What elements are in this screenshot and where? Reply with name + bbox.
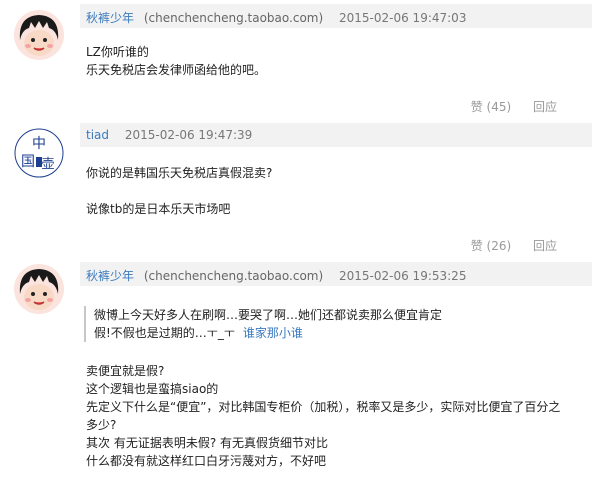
quote-author-link[interactable]: 谁家那小谁 [243,326,303,340]
svg-text:壶: 壶 [41,157,54,172]
comment-line: 你说的是韩国乐天免税店真假混卖? [86,166,273,180]
author-link[interactable]: 秋裤少年 [86,11,134,25]
quoted-comment: 微博上今天好多人在刷啊…要哭了啊…她们还都说卖那么便宜肯定 假!不假也是过期的…… [84,306,554,342]
quote-line: 微博上今天好多人在刷啊…要哭了啊…她们还都说卖那么便宜肯定 [94,308,443,322]
timestamp: 2015-02-06 19:47:39 [124,128,253,142]
author-site[interactable]: (chenchencheng.taobao.com) [144,11,323,25]
reply-button[interactable]: 回应 [533,100,557,114]
author-link[interactable]: tiad [86,128,109,142]
comment-actions: 赞 (26) 回应 [453,237,557,254]
svg-text:国: 国 [21,154,35,170]
timestamp: 2015-02-06 19:47:03 [339,11,467,25]
comment-header: tiad 2015-02-06 19:47:39 [80,123,592,147]
comment-line: 这个逻辑也是蛮搞siao的 [86,382,219,396]
author-link[interactable]: 秋裤少年 [86,269,134,283]
reply-button[interactable]: 回应 [533,239,557,253]
timestamp: 2015-02-06 19:53:25 [339,269,467,283]
avatar[interactable]: 中 国 壶 [14,128,64,178]
svg-text:中: 中 [32,136,46,152]
comment-header: 秋裤少年 (chenchencheng.taobao.com) 2015-02-… [80,262,592,286]
like-button[interactable]: 赞 (26) [471,239,511,253]
quote-line: 假!不假也是过期的…ㅜ_ㅜ 谁家那小谁 [94,326,303,340]
comment-body: 你说的是韩国乐天免税店真假混卖? 说像tb的是日本乐天市场吧 [86,164,586,218]
comment-line: 多少? [86,418,117,432]
avatar[interactable] [14,10,64,60]
comment-line: 什么都没有就这样红口白牙污蔑对方，不好吧 [86,454,327,468]
comment-body: LZ你听谁的 乐天免税店会发律师函给他的吧。 [86,43,586,79]
comment-line: 先定义下什么是“便宜”，对比韩国专柜价（加税），税率又是多少，实际对比便宜了百分… [86,400,561,414]
comment-line: 卖便宜就是假? [86,364,165,378]
comment-actions: 赞 (45) 回应 [453,98,557,115]
comment-line: 说像tb的是日本乐天市场吧 [86,202,231,216]
comment-line: 乐天免税店会发律师函给他的吧。 [86,63,267,77]
comment-line: LZ你听谁的 [86,45,149,59]
comment-body: 卖便宜就是假? 这个逻辑也是蛮搞siao的 先定义下什么是“便宜”，对比韩国专柜… [86,362,586,470]
comment-line: 其次 有无证据表明未假? 有无真假货细节对比 [86,436,328,450]
avatar[interactable] [14,264,64,314]
author-site[interactable]: (chenchencheng.taobao.com) [144,269,323,283]
comment-header: 秋裤少年 (chenchencheng.taobao.com) 2015-02-… [80,4,592,28]
like-button[interactable]: 赞 (45) [471,100,511,114]
